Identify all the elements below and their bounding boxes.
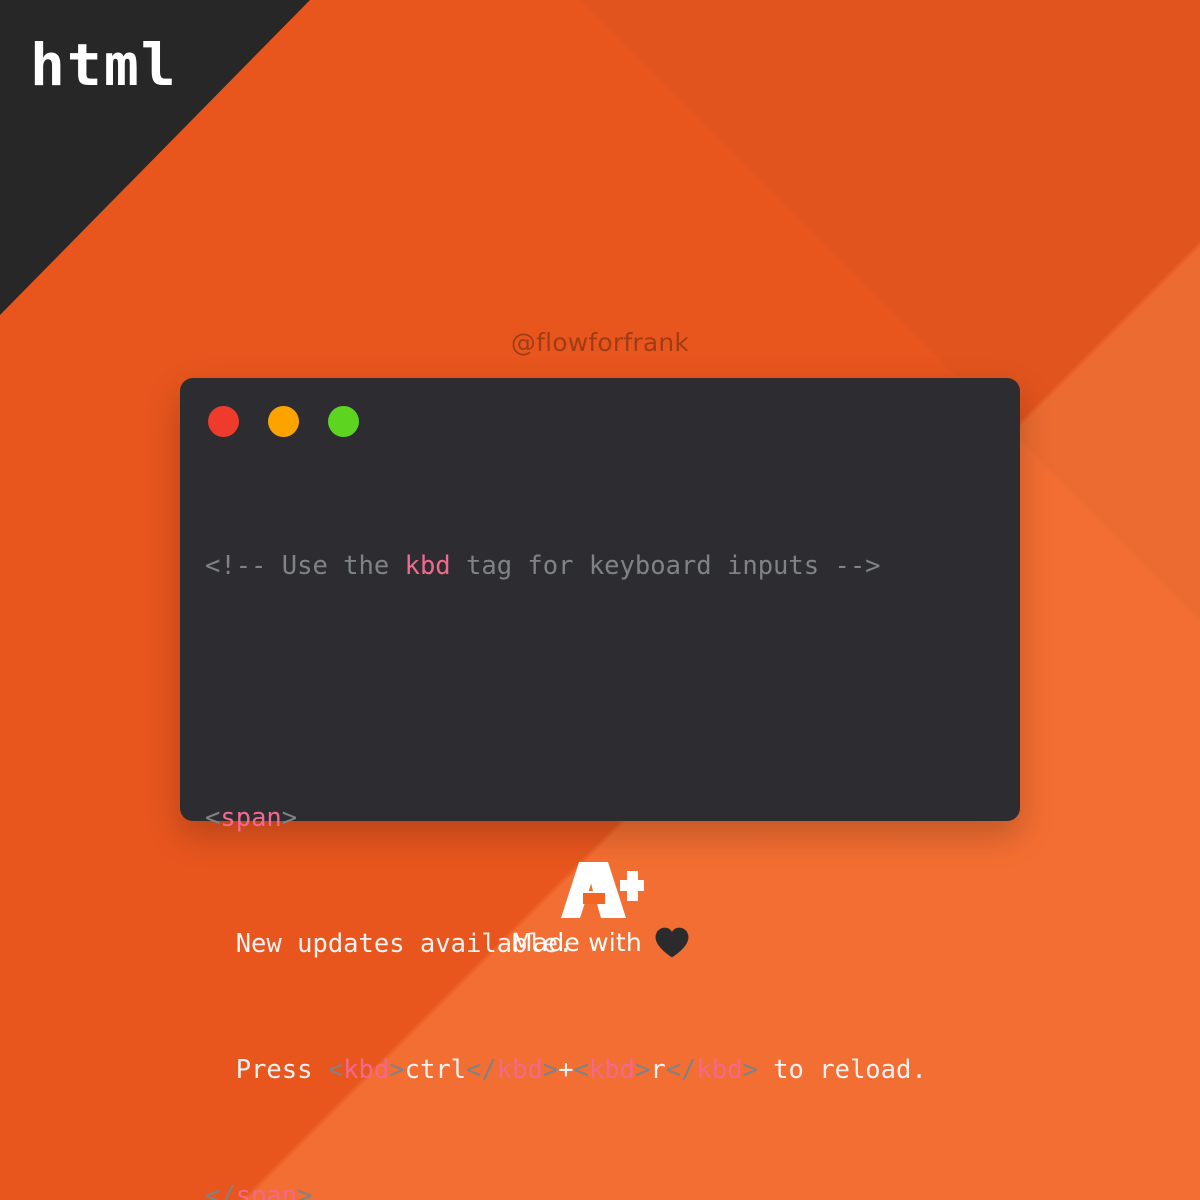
minimize-dot-icon[interactable]: [268, 406, 299, 437]
kbd1-key-text: ctrl: [404, 1054, 467, 1085]
code-line-press: Press <kbd>ctrl</kbd>+<kbd>r</kbd> to re…: [205, 1055, 1002, 1087]
kbd-plus-separator: +: [558, 1054, 574, 1085]
heart-icon: [655, 927, 689, 958]
comment-text-before: Use the: [266, 550, 405, 581]
kbd1-close-gt: >: [542, 1054, 559, 1085]
brand-footer: Made with: [0, 862, 1200, 958]
kbd1-open-tag: kbd: [343, 1054, 390, 1085]
kbd2-close-tag: kbd: [696, 1054, 743, 1085]
aplus-logo-icon: [561, 862, 644, 918]
tag-span-open: span: [220, 802, 282, 833]
poster-canvas: html @flowforfrank <!-- Use the kbd tag …: [0, 0, 1200, 1200]
span-close-tag: span: [235, 1180, 298, 1200]
code-line-span-open: <span>: [205, 803, 1002, 835]
kbd2-close-gt: >: [742, 1054, 758, 1085]
span-close-gt: >: [297, 1180, 313, 1200]
kbd1-open-lt: <: [327, 1054, 344, 1085]
code-blank-line-1: [205, 677, 1002, 709]
kbd1-close-lt: </: [466, 1054, 497, 1085]
punct-lt: <: [205, 802, 221, 833]
comment-keyword: kbd: [404, 550, 451, 581]
code-window-card: <!-- Use the kbd tag for keyboard inputs…: [180, 378, 1020, 1200]
span-close-lt: </: [205, 1180, 236, 1200]
code-line-comment-1: <!-- Use the kbd tag for keyboard inputs…: [205, 551, 1002, 583]
close-dot-icon[interactable]: [208, 406, 239, 437]
made-with-label: Made with: [511, 928, 642, 957]
made-with-row: Made with: [0, 927, 1200, 958]
language-label: html: [30, 31, 178, 99]
kbd2-open-tag: kbd: [588, 1054, 635, 1085]
kbd2-close-lt: </: [665, 1054, 697, 1085]
code-line-span-close: </span>: [205, 1181, 1002, 1200]
kbd2-open-gt: >: [634, 1054, 651, 1085]
comment-text-after: tag for keyboard inputs: [450, 550, 835, 581]
press-word: Press: [235, 1054, 328, 1085]
punct-gt: >: [281, 802, 298, 833]
window-traffic-lights: [208, 406, 359, 437]
press-indent: [205, 1055, 236, 1085]
comment-close-token: -->: [834, 550, 881, 581]
press-tail-text: to reload.: [757, 1054, 927, 1085]
kbd1-close-tag: kbd: [496, 1054, 543, 1085]
comment-open-token: <!--: [205, 550, 267, 581]
kbd2-open-lt: <: [573, 1054, 589, 1085]
maximize-dot-icon[interactable]: [328, 406, 359, 437]
kbd2-key-text: r: [650, 1054, 666, 1085]
kbd1-open-gt: >: [389, 1054, 405, 1085]
watermark-handle: @flowforfrank: [510, 328, 690, 357]
code-block: <!-- Use the kbd tag for keyboard inputs…: [205, 456, 1002, 1200]
